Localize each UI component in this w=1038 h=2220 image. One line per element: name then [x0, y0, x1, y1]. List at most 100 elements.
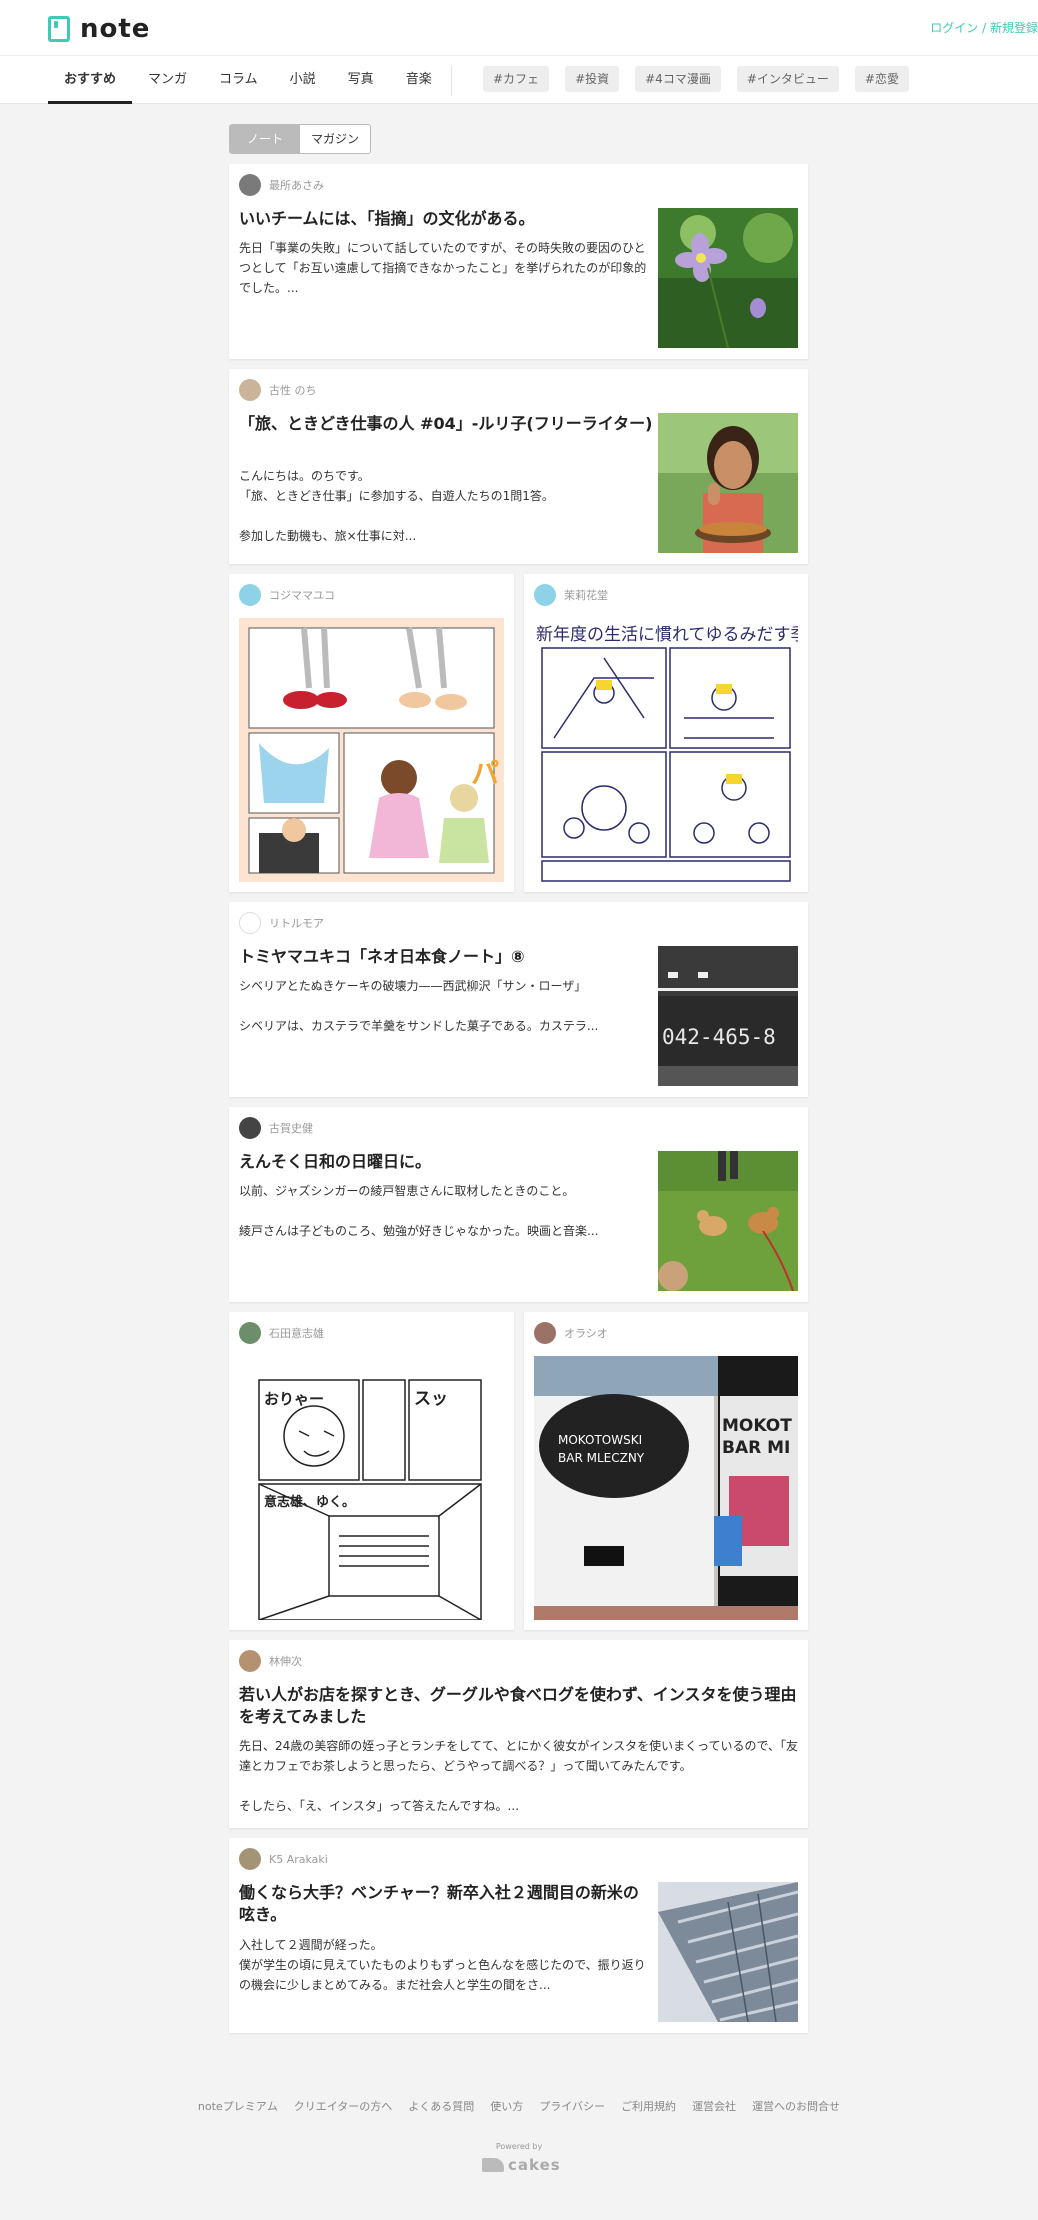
tab-manga[interactable]: マンガ	[132, 60, 203, 104]
post-card[interactable]: 茉莉花堂 新年度の生活に慣れてゆるみだす季節	[524, 574, 808, 892]
post-author[interactable]: リトルモア	[239, 912, 324, 934]
login-link[interactable]: ログイン	[930, 21, 978, 35]
signup-link[interactable]: 新規登録	[990, 21, 1038, 35]
post-author[interactable]: 林伸次	[239, 1650, 302, 1672]
note-logo-icon	[48, 16, 70, 42]
author-name: 最所あさみ	[269, 179, 324, 192]
toggle-note-button[interactable]: ノート	[230, 125, 300, 153]
manga-image[interactable]: 新年度の生活に慣れてゆるみだす季節	[534, 618, 798, 882]
footer-link-howto[interactable]: 使い方	[490, 2098, 523, 2114]
cakes-logo-text: cakes	[508, 2156, 561, 2174]
tab-novel[interactable]: 小説	[274, 60, 332, 104]
tab-recommended[interactable]: おすすめ	[48, 60, 133, 104]
post-card[interactable]: 林伸次 若い人がお店を探すとき、グーグルや食べログを使わず、インスタを使う理由を…	[229, 1640, 808, 1828]
tag-interview[interactable]: #インタビュー	[736, 66, 839, 92]
avatar	[239, 1322, 261, 1344]
avatar	[239, 1650, 261, 1672]
tag-investment[interactable]: #投資	[565, 66, 620, 92]
svg-text:パ: パ	[471, 757, 499, 790]
hashtag-list: #カフェ #投資 #4コマ漫画 #インタビュー #恋愛	[483, 66, 909, 92]
avatar	[239, 912, 261, 934]
manga-image[interactable]: パ	[239, 618, 504, 882]
post-thumbnail[interactable]: 042-465-8	[658, 946, 798, 1086]
tab-column[interactable]: コラム	[203, 60, 274, 104]
post-card[interactable]: K5 Arakaki 働くなら大手？ベンチャー？新卒入社２週間目の新米の呟き。 …	[229, 1838, 808, 2033]
post-title[interactable]: 「旅、ときどき仕事の人 #04」-ルリ子(フリーライター)	[239, 413, 654, 435]
post-thumbnail[interactable]	[658, 1882, 798, 2022]
post-card[interactable]: リトルモア トミヤマユキコ「ネオ日本食ノート」⑧ シベリアとたぬきケーキの破壊力…	[229, 902, 808, 1097]
avatar	[239, 379, 261, 401]
logo[interactable]: note	[48, 14, 150, 44]
post-title[interactable]: いいチームには、「指摘」の文化がある。	[239, 208, 535, 230]
post-author[interactable]: K5 Arakaki	[239, 1848, 328, 1870]
tag-cafe[interactable]: #カフェ	[483, 66, 550, 92]
footer-link-company[interactable]: 運営会社	[692, 2098, 736, 2114]
logo-text: note	[80, 14, 151, 44]
tag-4koma[interactable]: #4コマ漫画	[635, 66, 721, 92]
avatar	[239, 584, 261, 606]
post-title[interactable]: えんそく日和の日曜日に。	[239, 1151, 431, 1173]
post-thumbnail[interactable]	[658, 413, 798, 553]
author-name: 古賀史健	[269, 1122, 313, 1135]
author-name: オラシオ	[564, 1327, 608, 1340]
avatar	[534, 1322, 556, 1344]
photo-image[interactable]: MOKOTOWSKI BAR MLECZNY MOKOT BAR MI	[534, 1356, 798, 1620]
post-excerpt: こんにちは。のちです。 「旅、ときどき仕事」に参加する、自遊人たちの1問1答。 …	[239, 466, 654, 546]
header-divider	[0, 55, 1038, 56]
post-excerpt: 先日「事業の失敗」について話していたのですが、その時失敗の要因のひとつとして「お…	[239, 241, 647, 295]
footer: noteプレミアム クリエイターの方へ よくある質問 使い方 プライバシー ご利…	[0, 2098, 1038, 2114]
post-author[interactable]: コジママユコ	[239, 584, 335, 606]
comic-image[interactable]: おりゃー スッ 意志雄、ゆく。	[239, 1356, 504, 1620]
avatar	[239, 1848, 261, 1870]
cakes-logo[interactable]: cakes	[482, 2156, 561, 2174]
sign-text: MOKOT	[722, 1416, 792, 1436]
post-card[interactable]: 古賀史健 えんそく日和の日曜日に。 以前、ジャズシンガーの綾戸智恵さんに取材した…	[229, 1107, 808, 1302]
post-card[interactable]: 最所あさみ いいチームには、「指摘」の文化がある。 先日「事業の失敗」について話…	[229, 164, 808, 359]
post-title[interactable]: 若い人がお店を探すとき、グーグルや食べログを使わず、インスタを使う理由を考えてみ…	[239, 1684, 799, 1728]
avatar	[239, 1117, 261, 1139]
excerpt-line	[239, 1201, 654, 1221]
post-author[interactable]: オラシオ	[534, 1322, 608, 1344]
excerpt-line	[239, 506, 654, 526]
post-author[interactable]: 最所あさみ	[239, 174, 324, 196]
post-author[interactable]: 茉莉花堂	[534, 584, 608, 606]
post-card[interactable]: 石田意志雄 おりゃー スッ 意志雄、ゆく。	[229, 1312, 514, 1630]
site-header: note ログイン / 新規登録 おすすめ マンガ コラム 小説 写真 音楽 #…	[0, 0, 1038, 104]
excerpt-line: シベリアは、カステラで羊羹をサンドした菓子である。カステラ...	[239, 1019, 599, 1033]
post-title[interactable]: トミヤマユキコ「ネオ日本食ノート」⑧	[239, 946, 525, 968]
footer-link-terms[interactable]: ご利用規約	[621, 2098, 676, 2114]
post-card[interactable]: コジママユコ パ	[229, 574, 514, 892]
post-excerpt: シベリアとたぬきケーキの破壊力——西武柳沢「サン・ローザ」 シベリアは、カステラ…	[239, 976, 654, 1036]
author-name: 古性 のち	[269, 384, 317, 397]
toggle-magazine-button[interactable]: マガジン	[300, 125, 370, 153]
footer-link-creators[interactable]: クリエイターの方へ	[294, 2098, 393, 2114]
post-card[interactable]: オラシオ MOKOTOWSKI BAR MLECZNY MOKOT BAR MI	[524, 1312, 808, 1630]
post-author[interactable]: 石田意志雄	[239, 1322, 324, 1344]
post-excerpt: 入社して２週間が経った。 僕が学生の頃に見えていたものよりもずっと色んなを感じた…	[239, 1935, 654, 1995]
excerpt-line: こんにちは。のちです。	[239, 469, 370, 483]
content-type-toggle: ノート マガジン	[229, 124, 371, 154]
excerpt-line: 参加した動機も、旅×仕事に対...	[239, 529, 417, 543]
avatar	[239, 174, 261, 196]
post-card[interactable]: 古性 のち 「旅、ときどき仕事の人 #04」-ルリ子(フリーライター) こんにち…	[229, 369, 808, 564]
tab-photo[interactable]: 写真	[332, 60, 390, 104]
post-thumbnail[interactable]	[658, 1151, 798, 1291]
footer-link-premium[interactable]: noteプレミアム	[198, 2098, 278, 2114]
excerpt-line: 「旅、ときどき仕事」に参加する、自遊人たちの1問1答。	[239, 489, 554, 503]
author-name: 茉莉花堂	[564, 589, 608, 602]
footer-link-faq[interactable]: よくある質問	[408, 2098, 474, 2114]
post-thumbnail[interactable]	[658, 208, 798, 348]
footer-link-contact[interactable]: 運営へのお問合せ	[752, 2098, 840, 2114]
comic-sfx-text: おりゃー	[264, 1390, 324, 1408]
tag-romance[interactable]: #恋愛	[854, 66, 909, 92]
sign-text: MOKOTOWSKI	[558, 1433, 642, 1447]
tab-music[interactable]: 音楽	[390, 60, 448, 104]
post-title[interactable]: 働くなら大手？ベンチャー？新卒入社２週間目の新米の呟き。	[239, 1882, 654, 1926]
post-author[interactable]: 古性 のち	[239, 379, 317, 401]
avatar	[534, 584, 556, 606]
post-author[interactable]: 古賀史健	[239, 1117, 313, 1139]
category-tabs: おすすめ マンガ コラム 小説 写真 音楽	[48, 60, 448, 104]
footer-link-privacy[interactable]: プライバシー	[539, 2098, 605, 2114]
excerpt-line: シベリアとたぬきケーキの破壊力——西武柳沢「サン・ローザ」	[239, 979, 587, 993]
comic-caption-text: 意志雄、ゆく。	[264, 1494, 355, 1510]
